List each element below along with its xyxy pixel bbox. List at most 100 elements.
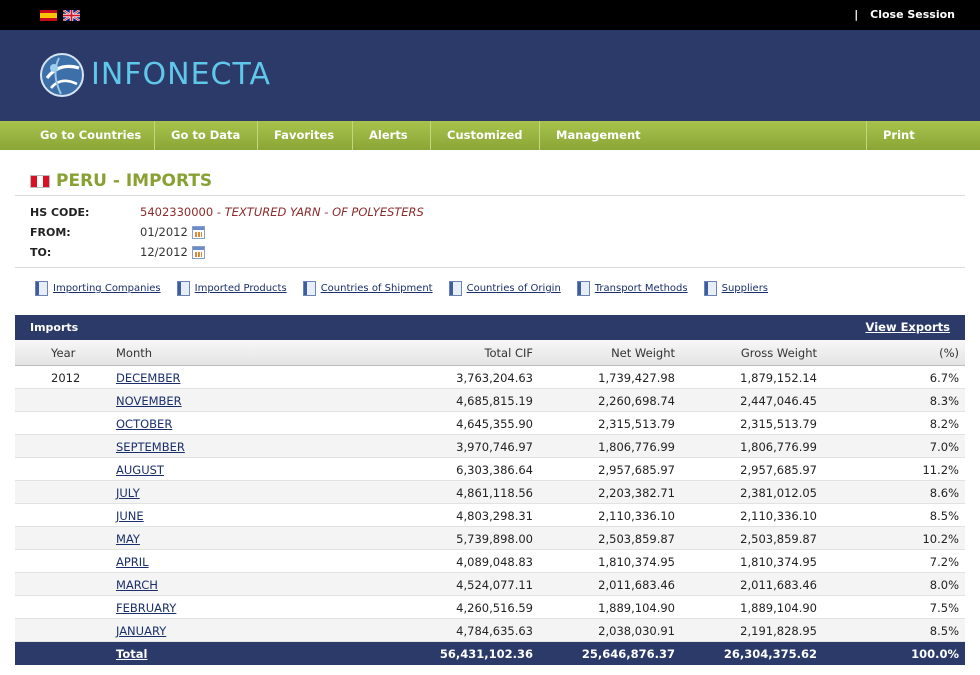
col-gross-weight[interactable]: Gross Weight <box>741 346 817 360</box>
row-gross-weight: 2,957,685.97 <box>740 463 817 477</box>
english-flag-icon[interactable] <box>63 10 80 21</box>
row-gross-weight: 2,447,046.45 <box>740 394 817 408</box>
row-month-link[interactable]: AUGUST <box>116 463 164 477</box>
link-transport-methods[interactable]: Transport Methods <box>576 281 688 296</box>
row-month-link[interactable]: JANUARY <box>116 624 166 638</box>
row-month-link[interactable]: JULY <box>116 486 140 500</box>
total-net-weight: 25,646,876.37 <box>581 647 675 661</box>
row-total-cif: 4,803,298.31 <box>456 509 533 523</box>
row-net-weight: 2,203,382.71 <box>598 486 675 500</box>
total-percent: 100.0% <box>911 647 959 661</box>
table-row: AUGUST 6,303,386.64 2,957,685.97 2,957,685.… <box>15 458 965 481</box>
calendar-icon[interactable] <box>191 245 205 259</box>
link-imported-products[interactable]: Imported Products <box>176 281 287 296</box>
row-total-cif: 4,784,635.63 <box>456 624 533 638</box>
link-countries-of-origin[interactable]: Countries of Origin <box>448 281 561 296</box>
table-row: JULY 4,861,118.56 2,203,382.71 2,381,012.05… <box>15 481 965 504</box>
row-percent: 8.3% <box>929 394 959 408</box>
top-bar: | Close Session <box>0 0 980 30</box>
row-total-cif: 3,763,204.63 <box>456 371 533 385</box>
table-row: FEBRUARY 4,260,516.59 1,889,104.90 1,889,10… <box>15 596 965 619</box>
view-exports-link[interactable]: View Exports <box>866 320 951 334</box>
table-row: JANUARY 4,784,635.63 2,038,030.91 2,191,828… <box>15 619 965 642</box>
total-link[interactable]: Total <box>116 647 147 661</box>
nav-go-to-countries[interactable]: Go to Countries <box>0 121 155 150</box>
main-nav: Go to Countries Go to Data Favorites Ale… <box>0 121 980 150</box>
link-label[interactable]: Suppliers <box>722 283 768 294</box>
row-month-link[interactable]: JUNE <box>116 509 144 523</box>
link-label[interactable]: Importing Companies <box>53 283 161 294</box>
close-session-area: | Close Session <box>854 8 955 21</box>
divider <box>15 195 965 196</box>
calendar-icon[interactable] <box>191 225 205 239</box>
document-icon <box>576 281 590 296</box>
hs-code-number: 5402330000 <box>140 205 214 219</box>
row-net-weight: 1,889,104.90 <box>598 601 675 615</box>
nav-customized[interactable]: Customized <box>431 121 540 150</box>
col-month[interactable]: Month <box>116 346 152 360</box>
nav-favorites[interactable]: Favorites <box>258 121 353 150</box>
table-row: NOVEMBER 4,685,815.19 2,260,698.74 2,447,04… <box>15 389 965 412</box>
table-row: MAY 5,739,898.00 2,503,859.87 2,503,859.87 1… <box>15 527 965 550</box>
row-month-link[interactable]: NOVEMBER <box>116 394 182 408</box>
page-title: PERU - IMPORTS <box>56 171 213 191</box>
spanish-flag-icon[interactable] <box>40 10 57 21</box>
row-net-weight: 2,503,859.87 <box>598 532 675 546</box>
row-total-cif: 6,303,386.64 <box>456 463 533 477</box>
row-percent: 8.2% <box>929 417 959 431</box>
row-percent: 8.5% <box>929 624 959 638</box>
page-title-row: PERU - IMPORTS <box>30 171 212 191</box>
col-year[interactable]: Year <box>51 346 75 360</box>
table-row: 2012 DECEMBER 3,763,204.63 1,739,427.98 1,87… <box>15 366 965 389</box>
to-label: TO: <box>30 246 52 259</box>
row-year: 2012 <box>51 371 81 385</box>
row-gross-weight: 1,810,374.95 <box>740 555 817 569</box>
link-label[interactable]: Imported Products <box>195 283 287 294</box>
total-cif: 56,431,102.36 <box>439 647 533 661</box>
document-icon <box>302 281 316 296</box>
hs-code-description: - TEXTURED YARN - OF POLYESTERS <box>213 205 424 219</box>
link-label[interactable]: Countries of Shipment <box>321 283 433 294</box>
link-label[interactable]: Transport Methods <box>595 283 688 294</box>
row-percent: 8.5% <box>929 509 959 523</box>
row-net-weight: 2,315,513.79 <box>598 417 675 431</box>
row-net-weight: 1,739,427.98 <box>598 371 675 385</box>
row-month-link[interactable]: MARCH <box>116 578 158 592</box>
table-row: APRIL 4,089,048.83 1,810,374.95 1,810,374.9… <box>15 550 965 573</box>
row-percent: 10.2% <box>922 532 959 546</box>
row-gross-weight: 2,110,336.10 <box>740 509 817 523</box>
row-month-link[interactable]: MAY <box>116 532 140 546</box>
to-date: 12/2012 <box>140 245 205 259</box>
total-gross-weight: 26,304,375.62 <box>723 647 817 661</box>
link-importing-companies[interactable]: Importing Companies <box>35 281 161 296</box>
row-percent: 11.2% <box>922 463 959 477</box>
row-gross-weight: 2,381,012.05 <box>740 486 817 500</box>
hs-code-label: HS CODE: <box>30 206 90 219</box>
nav-management[interactable]: Management <box>540 121 867 150</box>
nav-go-to-data[interactable]: Go to Data <box>155 121 258 150</box>
row-net-weight: 2,038,030.91 <box>598 624 675 638</box>
row-percent: 7.0% <box>929 440 959 454</box>
col-net-weight[interactable]: Net Weight <box>611 346 675 360</box>
nav-alerts[interactable]: Alerts <box>353 121 431 150</box>
document-icon <box>35 281 48 296</box>
link-suppliers[interactable]: Suppliers <box>703 281 768 296</box>
row-gross-weight: 2,191,828.95 <box>740 624 817 638</box>
row-gross-weight: 2,503,859.87 <box>740 532 817 546</box>
col-total-cif[interactable]: Total CIF <box>484 346 533 360</box>
row-month-link[interactable]: DECEMBER <box>116 371 181 385</box>
close-session-link[interactable]: Close Session <box>870 8 955 21</box>
link-countries-of-shipment[interactable]: Countries of Shipment <box>302 281 433 296</box>
row-percent: 8.0% <box>929 578 959 592</box>
to-date-value: 12/2012 <box>140 245 188 259</box>
row-total-cif: 3,970,746.97 <box>456 440 533 454</box>
row-month-link[interactable]: FEBRUARY <box>116 601 176 615</box>
col-percent[interactable]: (%) <box>939 346 959 360</box>
separator: | <box>854 8 859 21</box>
row-month-link[interactable]: APRIL <box>116 555 149 569</box>
nav-print[interactable]: Print <box>867 121 980 150</box>
link-label[interactable]: Countries of Origin <box>467 283 561 294</box>
row-month-link[interactable]: OCTOBER <box>116 417 172 431</box>
row-month-link[interactable]: SEPTEMBER <box>116 440 185 454</box>
column-headers: Year Month Total CIF Net Weight Gross We… <box>15 340 965 366</box>
